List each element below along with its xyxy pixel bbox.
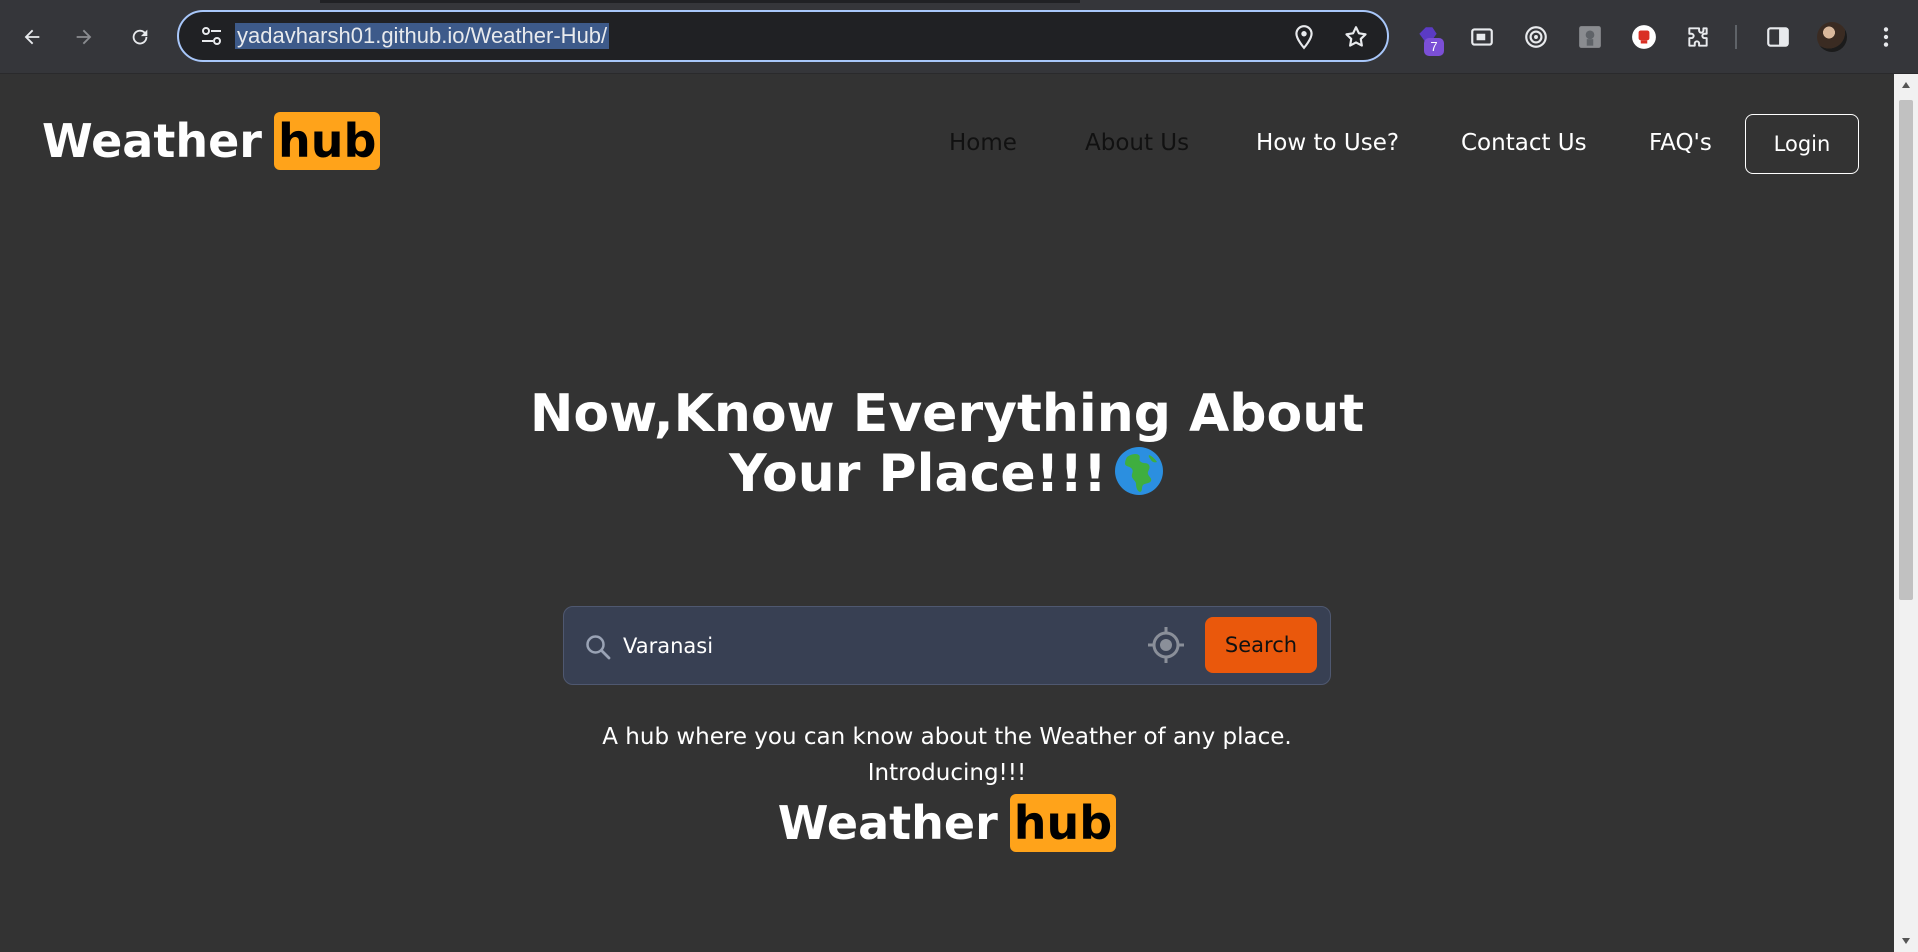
extension-badge: 7 (1424, 38, 1444, 56)
forward-arrow-icon (76, 29, 92, 45)
tagline-line2: Introducing!!! (867, 760, 1027, 786)
address-bar[interactable]: yadavharsh01.github.io/Weather-Hub/ (177, 10, 1389, 62)
extension-pip-button[interactable] (1467, 22, 1497, 52)
search-icon (586, 635, 611, 660)
hero-logo: Weather hub (0, 794, 1894, 852)
extension-target-button[interactable] (1521, 22, 1551, 52)
menu-dots-icon (1883, 27, 1889, 47)
nav-faqs[interactable]: FAQ's (1649, 130, 1712, 156)
side-panel-button[interactable] (1763, 22, 1793, 52)
url-text[interactable]: yadavharsh01.github.io/Weather-Hub/ (235, 23, 610, 49)
grey-extension-icon (1579, 26, 1601, 48)
search-bar: Search (563, 606, 1331, 685)
side-panel-icon (1767, 27, 1789, 47)
page-viewport: Weather hub Home About Us How to Use? Co… (0, 74, 1894, 952)
back-button[interactable] (13, 18, 51, 56)
site-settings-icon[interactable] (199, 24, 225, 48)
extension-red-button[interactable] (1629, 22, 1659, 52)
forward-button[interactable] (65, 18, 103, 56)
nav-contact-us[interactable]: Contact Us (1461, 130, 1587, 156)
globe-icon (1114, 447, 1163, 495)
red-extension-icon (1632, 25, 1656, 49)
hero-logo-word: Weather (777, 796, 998, 850)
location-icon[interactable] (1291, 24, 1317, 50)
reload-icon (132, 29, 148, 45)
hero-title-line2-wrap: Your Place!!! (447, 444, 1447, 504)
reload-button[interactable] (121, 18, 159, 56)
hero-logo-highlight: hub (1009, 794, 1117, 852)
hero-tagline: A hub where you can know about the Weath… (447, 719, 1447, 791)
scroll-down-arrow[interactable] (1894, 930, 1918, 952)
hero-title-line1: Now,Know Everything About (529, 384, 1365, 444)
browser-toolbar: yadavharsh01.github.io/Weather-Hub/ 7 (0, 0, 1918, 74)
hero-title-line2: Your Place!!! (729, 444, 1107, 504)
profile-avatar[interactable] (1817, 22, 1847, 52)
location-search-input[interactable] (623, 627, 1123, 665)
nav-about-us[interactable]: About Us (1085, 130, 1189, 156)
extension-grey-button[interactable] (1575, 22, 1605, 52)
picture-in-picture-icon (1471, 28, 1493, 46)
current-location-icon[interactable] (1146, 625, 1186, 665)
nav-how-to-use[interactable]: How to Use? (1256, 130, 1399, 156)
scroll-thumb[interactable] (1899, 100, 1913, 600)
back-arrow-icon (24, 29, 40, 45)
extensions-puzzle-icon (1688, 27, 1708, 47)
search-button[interactable]: Search (1205, 617, 1317, 673)
login-button[interactable]: Login (1745, 114, 1859, 174)
browser-menu-button[interactable] (1871, 22, 1901, 52)
page-scrollbar[interactable] (1894, 74, 1918, 952)
extensions-menu-button[interactable] (1683, 22, 1713, 52)
hero-title: Now,Know Everything About Your Place!!! (447, 384, 1447, 504)
nav-home[interactable]: Home (949, 130, 1017, 156)
main-nav: Home About Us How to Use? Contact Us FAQ… (0, 130, 1894, 170)
toolbar-divider (1735, 25, 1737, 49)
scroll-up-arrow[interactable] (1894, 74, 1918, 96)
tagline-line1: A hub where you can know about the Weath… (602, 724, 1292, 750)
bookmark-star-icon[interactable] (1343, 24, 1369, 50)
target-extension-icon (1525, 26, 1547, 48)
tab-strip (320, 0, 1080, 3)
